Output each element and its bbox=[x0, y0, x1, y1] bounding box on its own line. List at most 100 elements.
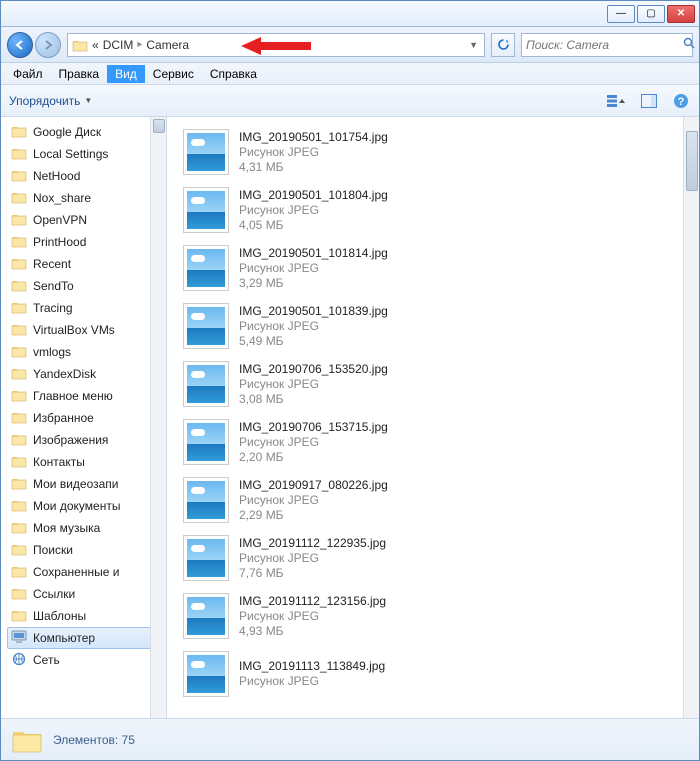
sidebar-item[interactable]: Избранное bbox=[11, 407, 166, 429]
file-thumbnail bbox=[183, 303, 229, 349]
file-thumbnail bbox=[183, 477, 229, 523]
sidebar-item[interactable]: Мои документы bbox=[11, 495, 166, 517]
menu-tools[interactable]: Сервис bbox=[145, 65, 202, 83]
scrollbar-thumb[interactable] bbox=[686, 131, 698, 191]
file-item[interactable]: IMG_20190501_101814.jpgРисунок JPEG3,29 … bbox=[183, 239, 699, 297]
file-item[interactable]: IMG_20190917_080226.jpgРисунок JPEG2,29 … bbox=[183, 471, 699, 529]
view-options-button[interactable] bbox=[607, 92, 627, 110]
file-info: IMG_20190501_101814.jpgРисунок JPEG3,29 … bbox=[239, 246, 388, 291]
file-item[interactable]: IMG_20190706_153520.jpgРисунок JPEG3,08 … bbox=[183, 355, 699, 413]
file-info: IMG_20190501_101804.jpgРисунок JPEG4,05 … bbox=[239, 188, 388, 233]
sidebar-item-label: PrintHood bbox=[33, 235, 86, 249]
folder-icon bbox=[11, 300, 27, 317]
sidebar-item-label: YandexDisk bbox=[33, 367, 96, 381]
sidebar-item-label: Компьютер bbox=[33, 631, 95, 645]
menu-edit[interactable]: Правка bbox=[51, 65, 108, 83]
breadcrumb-part[interactable]: Camera bbox=[146, 38, 189, 52]
sidebar-scrollbar[interactable] bbox=[150, 117, 166, 718]
sidebar-item[interactable]: Google Диск bbox=[11, 121, 166, 143]
sidebar-item[interactable]: Tracing bbox=[11, 297, 166, 319]
sidebar-item[interactable]: Главное меню bbox=[11, 385, 166, 407]
file-info: IMG_20191112_123156.jpgРисунок JPEG4,93 … bbox=[239, 594, 386, 639]
file-info: IMG_20190501_101839.jpgРисунок JPEG5,49 … bbox=[239, 304, 388, 349]
file-item[interactable]: IMG_20191112_122935.jpgРисунок JPEG7,76 … bbox=[183, 529, 699, 587]
sidebar-item[interactable]: NetHood bbox=[11, 165, 166, 187]
folder-icon bbox=[11, 212, 27, 229]
sidebar-item[interactable]: Recent bbox=[11, 253, 166, 275]
status-text: Элементов: 75 bbox=[53, 733, 135, 747]
sidebar-item-label: SendTo bbox=[33, 279, 74, 293]
sidebar-item[interactable]: Сеть bbox=[11, 649, 166, 671]
forward-button[interactable] bbox=[35, 32, 61, 58]
chevron-down-icon[interactable]: ▼ bbox=[467, 40, 480, 50]
search-input[interactable] bbox=[526, 38, 683, 52]
file-type: Рисунок JPEG bbox=[239, 261, 388, 276]
refresh-button[interactable] bbox=[491, 33, 515, 57]
search-icon[interactable] bbox=[683, 37, 696, 53]
file-list-pane: IMG_20190501_101754.jpgРисунок JPEG4,31 … bbox=[167, 117, 699, 718]
file-name: IMG_20190501_101754.jpg bbox=[239, 130, 388, 145]
menu-help[interactable]: Справка bbox=[202, 65, 265, 83]
file-item[interactable]: IMG_20191112_123156.jpgРисунок JPEG4,93 … bbox=[183, 587, 699, 645]
breadcrumb-part[interactable]: DCIM bbox=[103, 38, 134, 52]
sidebar-item[interactable]: Шаблоны bbox=[11, 605, 166, 627]
sidebar-item[interactable]: Local Settings bbox=[11, 143, 166, 165]
menu-bar: Файл Правка Вид Сервис Справка bbox=[1, 63, 699, 85]
sidebar-item[interactable]: OpenVPN bbox=[11, 209, 166, 231]
file-item[interactable]: IMG_20191113_113849.jpgРисунок JPEG bbox=[183, 645, 699, 703]
arrow-left-icon bbox=[14, 39, 26, 51]
folder-icon bbox=[11, 190, 27, 207]
sidebar-item-label: Избранное bbox=[33, 411, 94, 425]
file-name: IMG_20191112_122935.jpg bbox=[239, 536, 386, 551]
file-info: IMG_20190706_153520.jpgРисунок JPEG3,08 … bbox=[239, 362, 388, 407]
address-bar: « DCIM ▸ Camera ▼ bbox=[1, 27, 699, 63]
sidebar-item[interactable]: Nox_share bbox=[11, 187, 166, 209]
sidebar-item[interactable]: Ссылки bbox=[11, 583, 166, 605]
file-type: Рисунок JPEG bbox=[239, 145, 388, 160]
file-size: 5,49 МБ bbox=[239, 334, 388, 349]
breadcrumb-box[interactable]: « DCIM ▸ Camera ▼ bbox=[67, 33, 485, 57]
sidebar-item[interactable]: Моя музыка bbox=[11, 517, 166, 539]
sidebar-item[interactable]: vmlogs bbox=[11, 341, 166, 363]
sidebar-item[interactable]: SendTo bbox=[11, 275, 166, 297]
sidebar-item[interactable]: PrintHood bbox=[11, 231, 166, 253]
menu-view[interactable]: Вид bbox=[107, 65, 145, 83]
organize-button[interactable]: Упорядочить ▼ bbox=[9, 94, 92, 108]
file-type: Рисунок JPEG bbox=[239, 674, 385, 689]
file-name: IMG_20190706_153520.jpg bbox=[239, 362, 388, 377]
sidebar-item[interactable]: Мои видеозапи bbox=[11, 473, 166, 495]
main-scrollbar[interactable] bbox=[683, 117, 699, 718]
sidebar-item[interactable]: Сохраненные и bbox=[11, 561, 166, 583]
sidebar-item[interactable]: VirtualBox VMs bbox=[11, 319, 166, 341]
menu-file[interactable]: Файл bbox=[5, 65, 51, 83]
sidebar-item-label: Шаблоны bbox=[33, 609, 86, 623]
preview-pane-button[interactable] bbox=[639, 92, 659, 110]
file-item[interactable]: IMG_20190501_101804.jpgРисунок JPEG4,05 … bbox=[183, 181, 699, 239]
file-size: 4,05 МБ bbox=[239, 218, 388, 233]
file-item[interactable]: IMG_20190501_101754.jpgРисунок JPEG4,31 … bbox=[183, 123, 699, 181]
maximize-button[interactable]: ▢ bbox=[637, 5, 665, 23]
sidebar-item[interactable]: Компьютер bbox=[7, 627, 166, 649]
file-name: IMG_20190501_101804.jpg bbox=[239, 188, 388, 203]
folder-icon bbox=[11, 366, 27, 383]
breadcrumb-root[interactable]: « bbox=[92, 38, 99, 52]
close-button[interactable]: ✕ bbox=[667, 5, 695, 23]
folder-icon bbox=[11, 520, 27, 537]
search-box[interactable] bbox=[521, 33, 693, 57]
sidebar-item[interactable]: Поиски bbox=[11, 539, 166, 561]
file-item[interactable]: IMG_20190501_101839.jpgРисунок JPEG5,49 … bbox=[183, 297, 699, 355]
scrollbar-thumb[interactable] bbox=[153, 119, 165, 133]
status-count: 75 bbox=[122, 733, 135, 747]
window-titlebar: — ▢ ✕ bbox=[1, 1, 699, 27]
sidebar-item[interactable]: YandexDisk bbox=[11, 363, 166, 385]
refresh-icon bbox=[497, 38, 510, 51]
sidebar-item[interactable]: Контакты bbox=[11, 451, 166, 473]
back-button[interactable] bbox=[7, 32, 33, 58]
file-type: Рисунок JPEG bbox=[239, 203, 388, 218]
sidebar-item-label: Мои видеозапи bbox=[33, 477, 119, 491]
folder-icon bbox=[11, 652, 27, 669]
minimize-button[interactable]: — bbox=[607, 5, 635, 23]
file-item[interactable]: IMG_20190706_153715.jpgРисунок JPEG2,20 … bbox=[183, 413, 699, 471]
sidebar-item[interactable]: Изображения bbox=[11, 429, 166, 451]
help-button[interactable]: ? bbox=[671, 92, 691, 110]
